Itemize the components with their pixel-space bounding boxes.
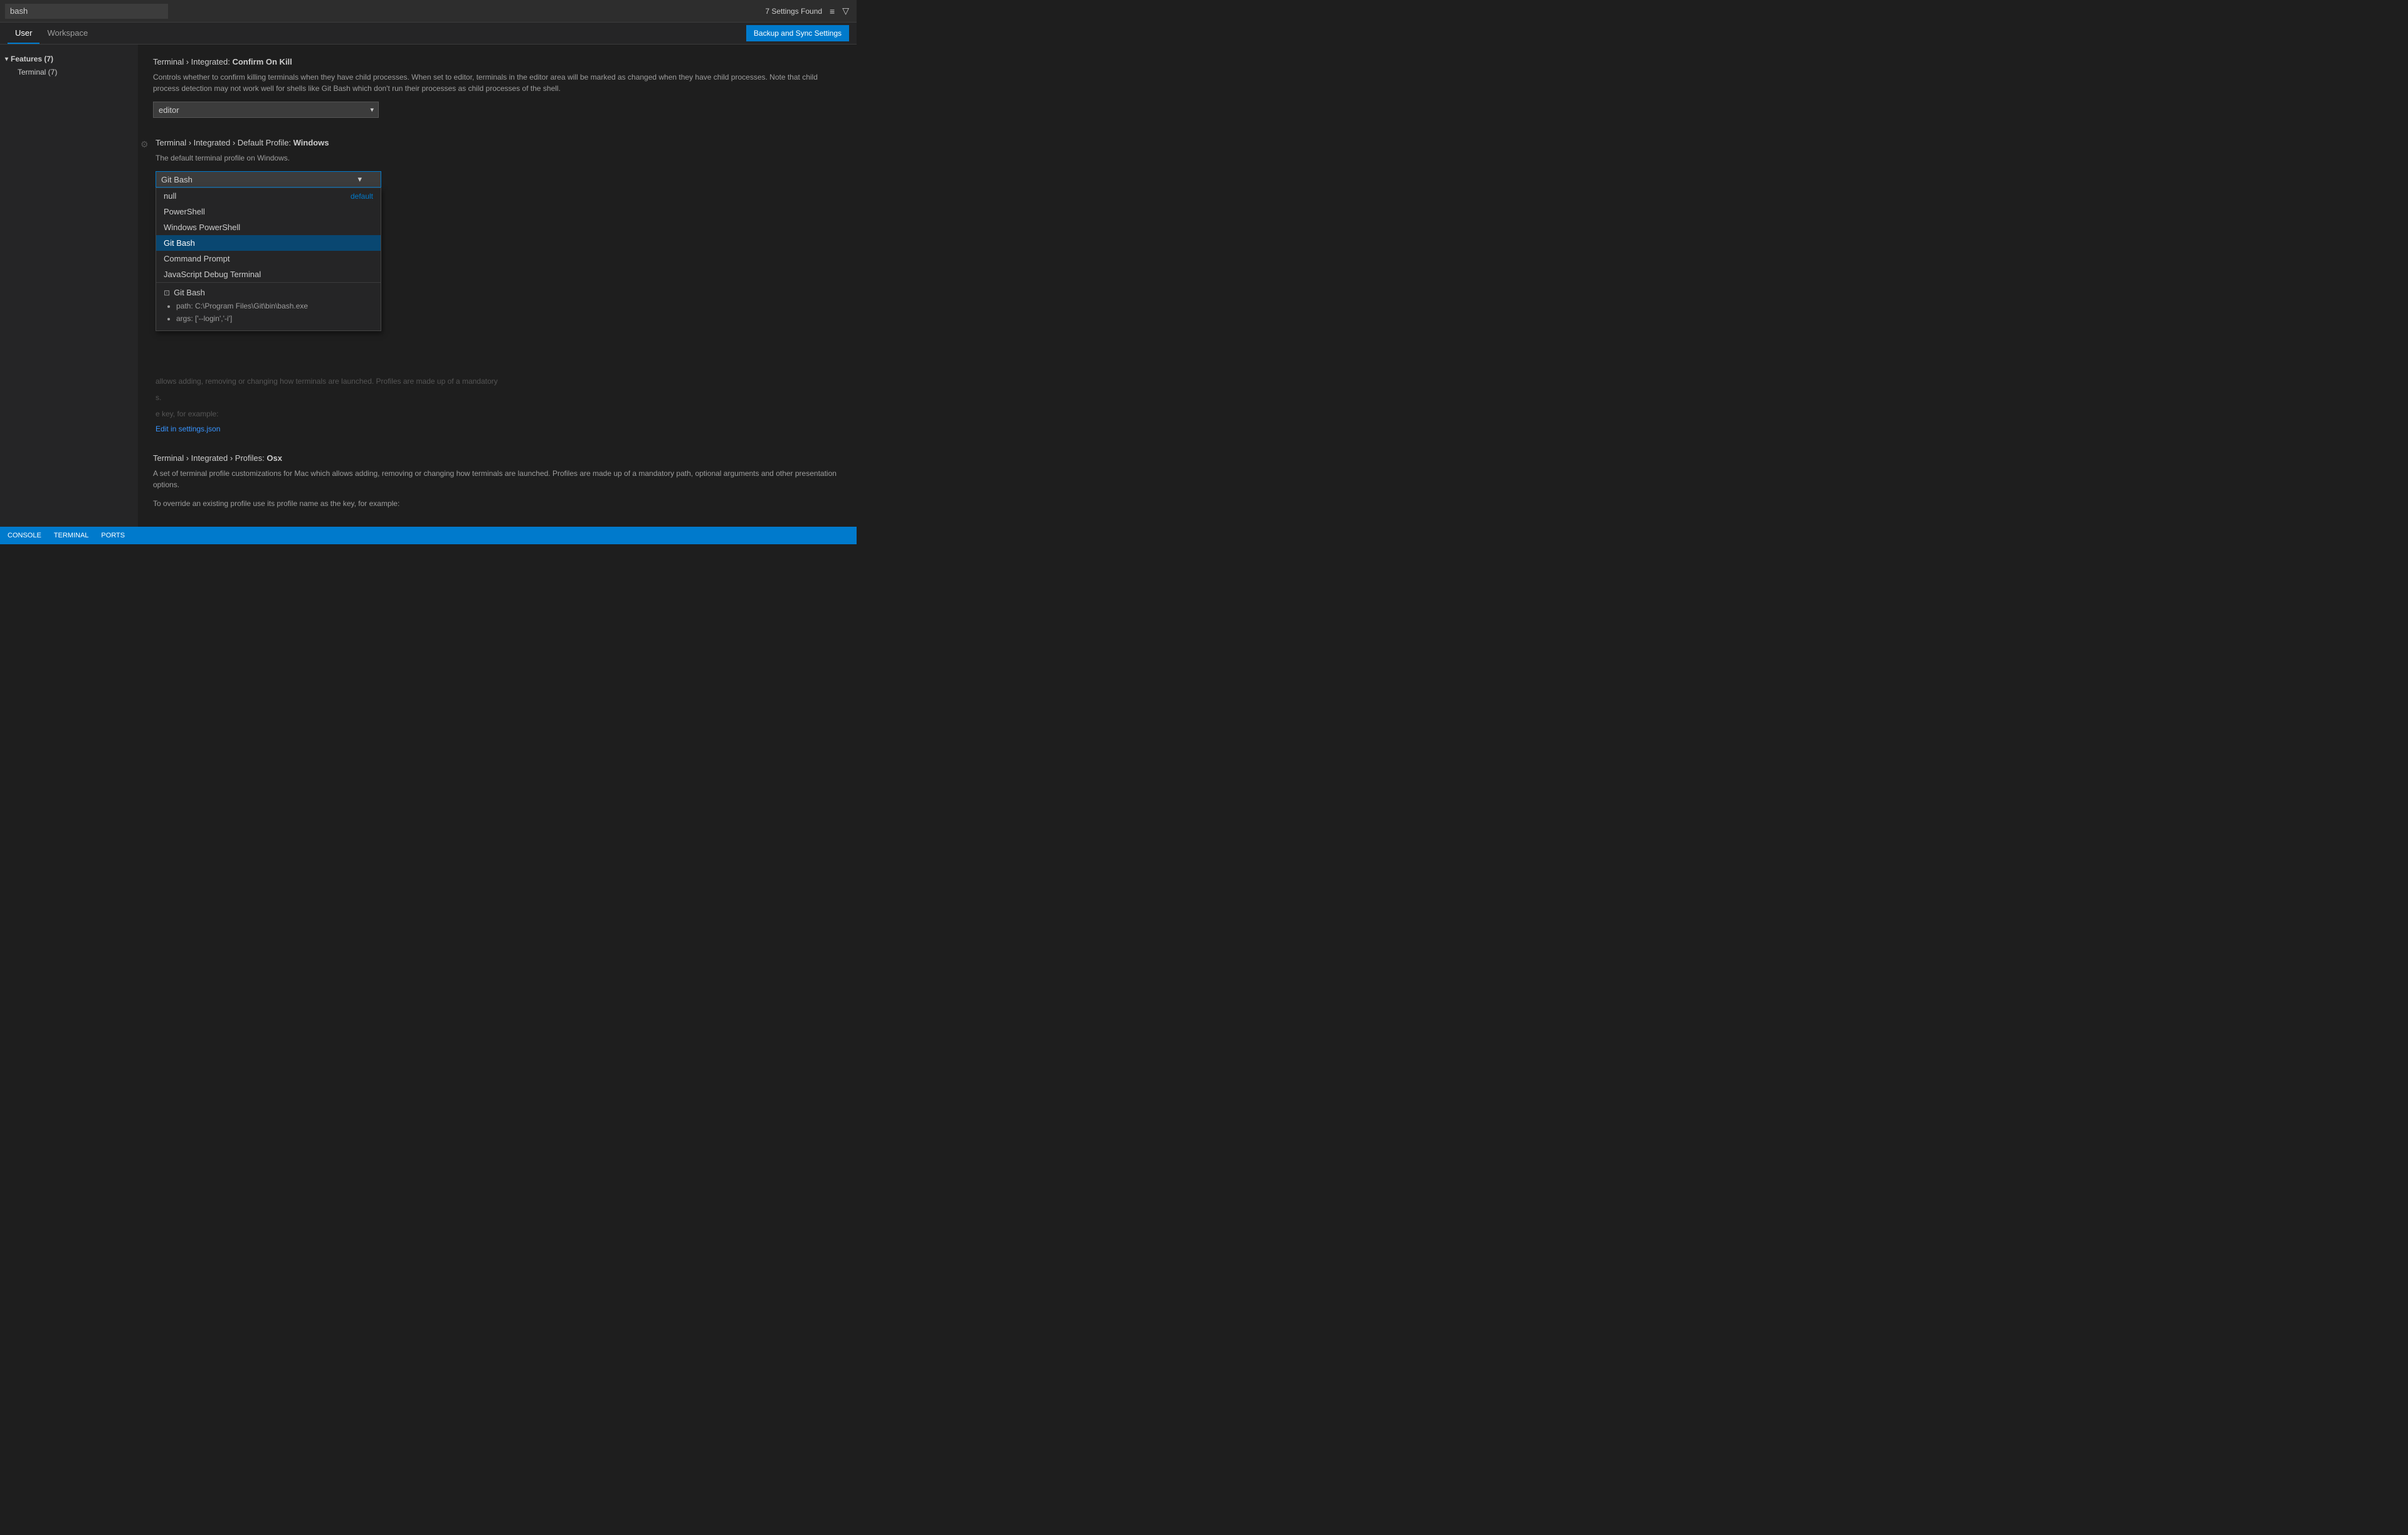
bottom-terminal[interactable]: TERMINAL [54,532,89,539]
edit-in-settings-link[interactable]: Edit in settings.json [156,425,220,433]
gear-icon[interactable]: ⚙ [140,139,149,150]
option-null-label: null [164,191,176,201]
option-null-default-label: default [351,192,373,201]
info-title: ⊡ Git Bash [164,288,373,297]
setting-title-confirm-kill: Terminal › Integrated: Confirm On Kill [153,57,842,66]
setting-desc-confirm-kill: Controls whether to confirm killing term… [153,71,842,94]
chevron-down-icon: ▾ [5,56,8,63]
setting-title-profiles-osx: Terminal › Integrated › Profiles: Osx [153,453,842,463]
funnel-icon[interactable]: ▽ [840,4,852,18]
setting-prefix-confirm-kill: Terminal › Integrated: [153,57,232,66]
tab-workspace[interactable]: Workspace [40,23,95,44]
option-command-prompt-label: Command Prompt [164,254,230,263]
sidebar-group-features-header[interactable]: ▾ Features (7) [0,52,138,66]
trigger-arrow-icon: ▾ [357,174,362,184]
setting-desc2-profiles-osx: To override an existing profile use its … [153,498,842,509]
info-git-bash-label: Git Bash [174,288,205,297]
features-label: Features (7) [11,55,53,63]
bottom-bar: CONSOLE TERMINAL PORTS [0,527,857,544]
selected-profile-label: Git Bash [161,175,193,184]
terminal-prompt-icon: ⊡ [164,288,170,297]
top-search-bar: 7 Settings Found ≡ ▽ [0,0,857,23]
option-git-bash-label: Git Bash [164,238,195,248]
filter-lines-icon[interactable]: ≡ [827,4,837,18]
sidebar-group-features: ▾ Features (7) Terminal (7) [0,50,138,81]
info-args-item: args: ['--login','-i'] [176,312,373,325]
setting-prefix-profiles-osx: Terminal › Integrated › Profiles: [153,453,267,463]
option-windows-powershell-label: Windows PowerShell [164,223,240,232]
setting-bold-confirm-kill: Confirm On Kill [232,57,292,66]
dimmed-text-3: e key, for example: [156,408,842,419]
sidebar-item-terminal[interactable]: Terminal (7) [0,66,138,78]
dropdown-item-powershell[interactable]: PowerShell [156,204,381,219]
backup-sync-button[interactable]: Backup and Sync Settings [746,25,849,41]
setting-prefix-default-profile: Terminal › Integrated › Default Profile: [156,138,293,147]
settings-found-label: 7 Settings Found [765,7,822,16]
setting-default-profile-windows: ⚙ Terminal › Integrated › Default Profil… [153,138,842,433]
search-right: 7 Settings Found ≡ ▽ [765,4,852,18]
terminal-label: Terminal (7) [18,68,57,76]
dropdown-item-js-debug-terminal[interactable]: JavaScript Debug Terminal [156,266,381,282]
setting-desc-default-profile: The default terminal profile on Windows. [156,152,842,164]
setting-bold-default-profile: Windows [293,138,329,147]
default-profile-dropdown-menu: null default PowerShell Windows PowerShe… [156,187,381,331]
setting-profiles-osx: Terminal › Integrated › Profiles: Osx A … [153,453,842,509]
confirm-kill-dropdown[interactable]: editor never always [153,102,379,118]
dimmed-text-2: s. [156,392,842,403]
dropdown-item-command-prompt[interactable]: Command Prompt [156,251,381,266]
sidebar: ▾ Features (7) Terminal (7) [0,45,138,527]
dimmed-content-area: allows adding, removing or changing how … [156,376,842,419]
dimmed-text-1: allows adding, removing or changing how … [156,376,842,387]
dropdown-item-windows-powershell[interactable]: Windows PowerShell [156,219,381,235]
option-js-debug-label: JavaScript Debug Terminal [164,270,261,279]
setting-bold-profiles-osx: Osx [267,453,282,463]
setting-title-default-profile: Terminal › Integrated › Default Profile:… [156,138,842,147]
info-list: path: C:\Program Files\Git\bin\bash.exe … [164,300,373,325]
filter-icons: ≡ ▽ [827,4,852,18]
tabs-left: User Workspace [8,23,95,44]
search-input[interactable] [5,4,168,19]
option-powershell-label: PowerShell [164,207,205,216]
tabs-bar: User Workspace Backup and Sync Settings [0,23,857,45]
setting-confirm-on-kill: Terminal › Integrated: Confirm On Kill C… [153,57,842,118]
content-area: Terminal › Integrated: Confirm On Kill C… [138,45,857,527]
main-layout: ▾ Features (7) Terminal (7) Terminal › I… [0,45,857,527]
dropdown-item-null[interactable]: null default [156,188,381,204]
confirm-kill-dropdown-wrapper: editor never always ▾ [153,102,379,118]
setting-desc-profiles-osx: A set of terminal profile customizations… [153,468,842,490]
default-profile-dropdown-container: Git Bash ▾ null default PowerShell W [156,171,381,187]
default-profile-dropdown-trigger[interactable]: Git Bash ▾ [156,171,381,187]
info-path-item: path: C:\Program Files\Git\bin\bash.exe [176,300,373,312]
tab-user[interactable]: User [8,23,40,44]
dropdown-info-section: ⊡ Git Bash path: C:\Program Files\Git\bi… [156,282,381,330]
dropdown-item-git-bash[interactable]: Git Bash [156,235,381,251]
bottom-console[interactable]: CONSOLE [8,532,41,539]
bottom-ports[interactable]: PORTS [101,532,125,539]
